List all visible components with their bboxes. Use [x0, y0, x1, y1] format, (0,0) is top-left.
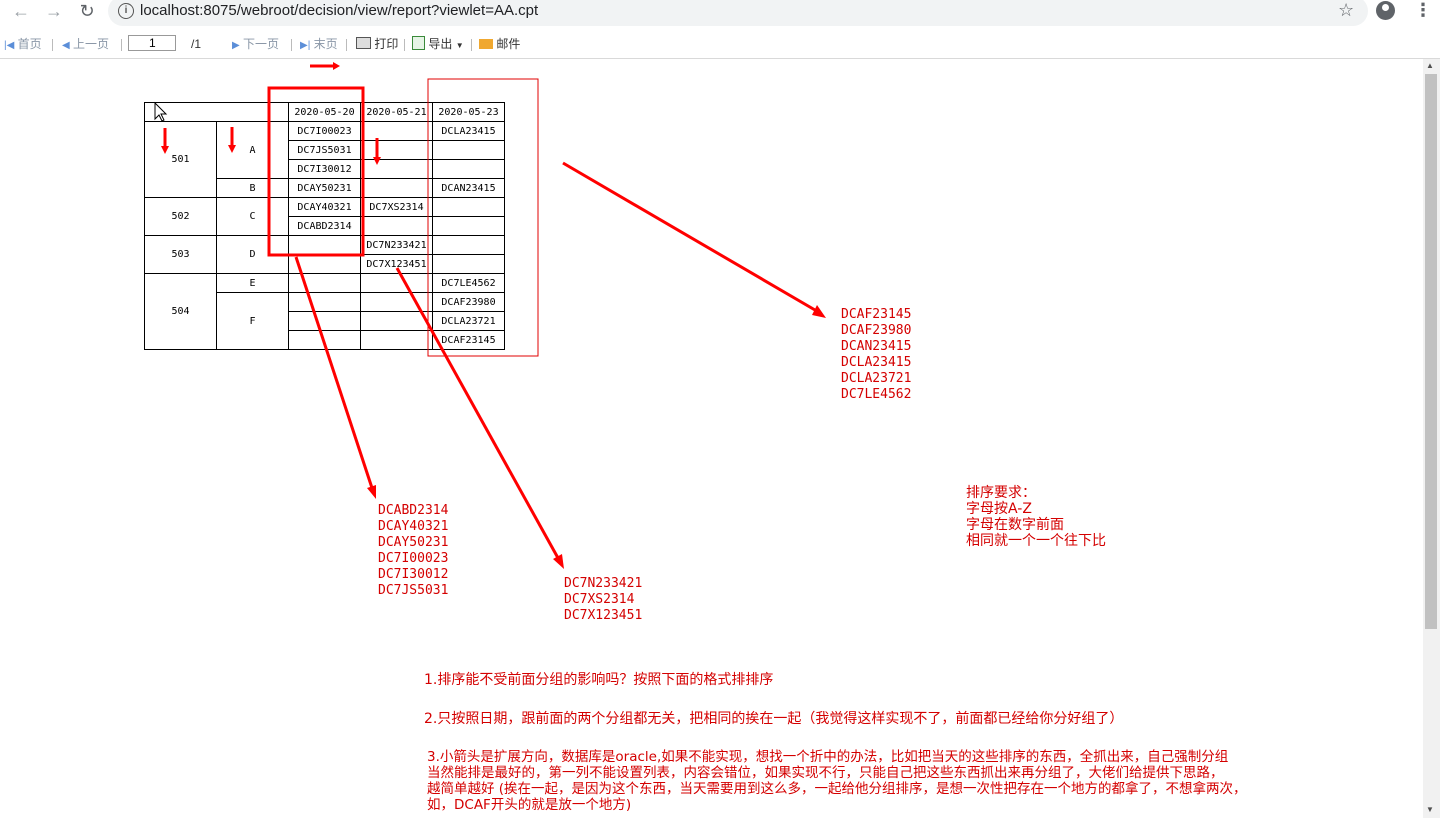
- list-item: DCAN23415: [841, 339, 912, 354]
- sort-rule-line: 相同就一个一个往下比: [966, 533, 1106, 549]
- list-item: DCAF23145: [841, 307, 912, 322]
- sorted-list-col2: DC7N233421 DC7XS2314 DC7X123451: [564, 576, 642, 624]
- question-3-line: 3.小箭头是扩展方向，数据库是oracle,如果不能实现，想找一个折中的办法，比…: [427, 749, 1229, 765]
- sort-rule-line: 排序要求：: [966, 485, 1036, 501]
- sorted-list-col3: DCAF23145 DCAF23980 DCAN23415 DCLA23415 …: [841, 307, 911, 403]
- direction-arrows: [161, 62, 381, 165]
- highlight-box-col3: [427, 78, 539, 357]
- annotation-overlay: [154, 62, 826, 569]
- pointer-arrows: [294, 161, 826, 569]
- question-3: 3.小箭头是扩展方向，数据库是oracle,如果不能实现，想找一个折中的办法，比…: [427, 749, 1247, 813]
- list-item: DCLA23415: [841, 355, 912, 370]
- sort-rule-line: 字母在数字前面: [966, 517, 1064, 533]
- sort-rule-line: 字母按A-Z: [966, 501, 1032, 517]
- question-3-line: 越简单越好 (挨在一起，是因为这个东西，当天需要用到这么多，一起给他分组排序，是…: [427, 781, 1247, 797]
- sorted-list-col1: DCABD2314 DCAY40321 DCAY50231 DC7I00023 …: [378, 503, 448, 599]
- list-item: DC7X123451: [564, 608, 643, 623]
- question-3-line: 当然能排是最好的，第一列不能设置列表，内容会错位，如果实现不行，只能自己把这些东…: [427, 765, 1224, 781]
- mouse-cursor-icon: [154, 101, 168, 122]
- question-3-line: 如，DCAF开头的就是放一个地方): [427, 797, 632, 813]
- list-item: DC7I00023: [378, 551, 449, 566]
- sort-rules: 排序要求： 字母按A-Z 字母在数字前面 相同就一个一个往下比: [966, 485, 1106, 549]
- list-item: DCAF23980: [841, 323, 912, 338]
- list-item: DC7I30012: [378, 567, 449, 582]
- question-2: 2.只按照日期，跟前面的两个分组都无关，把相同的挨在一起（我觉得这样实现不了，前…: [424, 711, 1124, 727]
- list-item: DC7XS2314: [564, 592, 635, 607]
- list-item: DC7LE4562: [841, 387, 912, 402]
- list-item: DCAY50231: [378, 535, 449, 550]
- list-item: DCLA23721: [841, 371, 912, 386]
- list-item: DCABD2314: [378, 503, 449, 518]
- list-item: DCAY40321: [378, 519, 449, 534]
- list-item: DC7N233421: [564, 576, 643, 591]
- highlight-box-col1: [267, 86, 365, 257]
- list-item: DC7JS5031: [378, 583, 449, 598]
- question-1: 1.排序能不受前面分组的影响吗？按照下面的格式排排序: [424, 672, 774, 688]
